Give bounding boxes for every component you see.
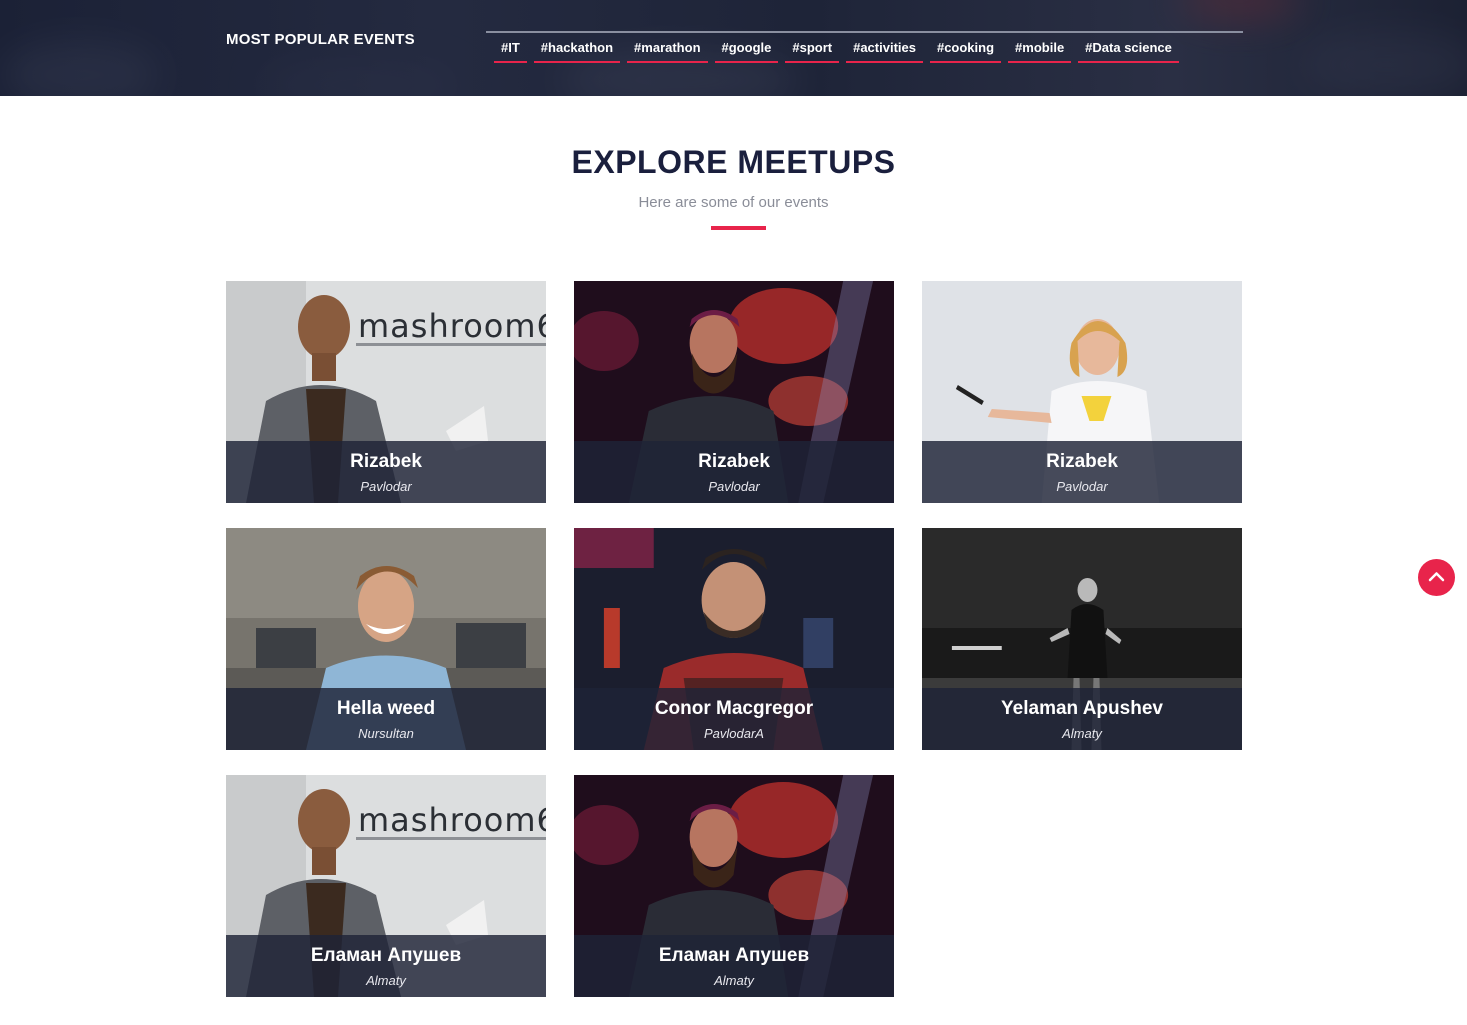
event-city: Pavlodar <box>1056 479 1108 494</box>
event-city: Nursultan <box>358 726 414 741</box>
scroll-to-top-button[interactable] <box>1418 559 1455 596</box>
tag-sport[interactable]: #sport <box>785 38 840 63</box>
card-caption: Еламан Апушев Almaty <box>226 935 546 997</box>
card-caption: Yelaman Apushev Almaty <box>922 688 1242 750</box>
event-city: Pavlodar <box>360 479 412 494</box>
tag-activities[interactable]: #activities <box>846 38 923 63</box>
tag-cooking[interactable]: #cooking <box>929 38 1002 63</box>
popular-events-title: MOST POPULAR EVENTS <box>226 31 415 48</box>
speaker-name: Еламан Апушев <box>658 945 810 966</box>
speaker-name: Conor Macgregor <box>654 698 814 719</box>
speaker-name: Rizabek <box>698 451 770 472</box>
card-caption: Rizabek Pavlodar <box>922 441 1242 503</box>
tags-divider <box>486 31 1243 33</box>
event-city: Almaty <box>1062 726 1102 741</box>
meetup-card[interactable]: Yelaman Apushev Almaty <box>922 528 1242 750</box>
speaker-name: Еламан Апушев <box>310 945 462 966</box>
tag-list: #IT #hackathon #marathon #google #sport … <box>494 38 1186 63</box>
tag-it[interactable]: #IT <box>494 38 527 63</box>
chevron-up-icon <box>1428 572 1445 582</box>
speaker-name: Rizabek <box>1046 451 1118 472</box>
popular-events-banner: MOST POPULAR EVENTS #IT #hackathon #mara… <box>0 0 1467 96</box>
card-caption: Hella weed Nursultan <box>226 688 546 750</box>
meetup-card[interactable]: Rizabek Pavlodar <box>574 281 894 503</box>
card-caption: Еламан Апушев Almaty <box>574 935 894 997</box>
section-accent-bar <box>711 226 766 230</box>
tag-google[interactable]: #google <box>714 38 779 63</box>
meetup-card[interactable]: mashroom6 Еламан Апушев Almaty <box>226 775 546 997</box>
card-caption: Conor Macgregor PavlodarA <box>574 688 894 750</box>
meetup-card[interactable]: Rizabek Pavlodar <box>922 281 1242 503</box>
event-city: Almaty <box>714 973 754 988</box>
event-city: Pavlodar <box>708 479 760 494</box>
speaker-name: Hella weed <box>336 698 436 719</box>
card-caption: Rizabek Pavlodar <box>226 441 546 503</box>
svg-text:mashroom6: mashroom6 <box>358 801 546 839</box>
meetup-card[interactable]: mashroom6 Rizabek Pavlodar <box>226 281 546 503</box>
tag-data-science[interactable]: #Data science <box>1078 38 1179 63</box>
svg-text:mashroom6: mashroom6 <box>358 307 546 345</box>
meetup-card[interactable]: Еламан Апушев Almaty <box>574 775 894 997</box>
tag-marathon[interactable]: #marathon <box>627 38 708 63</box>
speaker-name: Yelaman Apushev <box>1001 698 1163 719</box>
tag-mobile[interactable]: #mobile <box>1008 38 1072 63</box>
speaker-name: Rizabek <box>350 451 422 472</box>
event-city: Almaty <box>366 973 406 988</box>
card-caption: Rizabek Pavlodar <box>574 441 894 503</box>
meetup-card[interactable]: Conor Macgregor PavlodarA <box>574 528 894 750</box>
section-title: EXPLORE MEETUPS <box>571 144 896 180</box>
tag-hackathon[interactable]: #hackathon <box>533 38 621 63</box>
event-city: PavlodarA <box>704 726 764 741</box>
section-subtitle: Here are some of our events <box>638 194 829 211</box>
meetup-card[interactable]: Hella weed Nursultan <box>226 528 546 750</box>
